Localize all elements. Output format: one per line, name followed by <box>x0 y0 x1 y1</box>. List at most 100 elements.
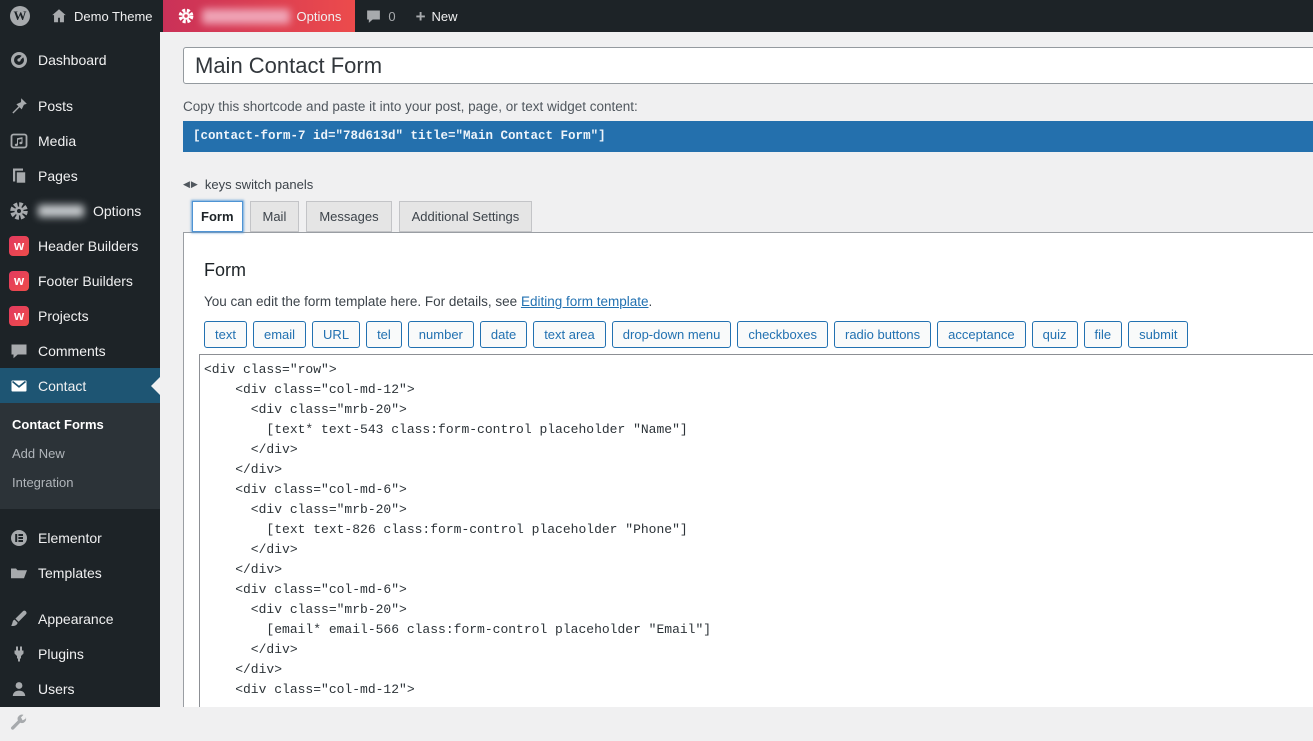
w-badge-icon: w <box>9 306 29 326</box>
sidebar-item-users[interactable]: Users <box>0 671 160 706</box>
tag-button-file[interactable]: file <box>1084 321 1123 348</box>
wordpress-logo-icon: W <box>10 6 30 26</box>
sidebar-item-label: Templates <box>38 565 102 581</box>
comment-icon <box>9 341 29 361</box>
sidebar-item-label: Options <box>93 203 141 219</box>
tag-button-tel[interactable]: tel <box>366 321 402 348</box>
comments-shortcut[interactable]: 0 <box>355 0 405 32</box>
sidebar-item-label: Comments <box>38 343 106 359</box>
left-right-arrows-icon: ◀▶ <box>183 179 199 190</box>
tag-button-date[interactable]: date <box>480 321 527 348</box>
tag-button-text[interactable]: text <box>204 321 247 348</box>
contact-submenu: Contact Forms Add New Integration <box>0 403 160 509</box>
theme-options-button[interactable]: Options <box>163 0 356 32</box>
sidebar-item-label: Plugins <box>38 646 84 662</box>
wordpress-logo-menu[interactable]: W <box>0 0 40 32</box>
sidebar-item-label: Posts <box>38 98 73 114</box>
tag-button-submit[interactable]: submit <box>1128 321 1188 348</box>
sidebar-separator <box>0 509 160 520</box>
tag-button-drop-down-menu[interactable]: drop-down menu <box>612 321 732 348</box>
sidebar-item-label: Projects <box>38 308 89 324</box>
sidebar-item-projects[interactable]: w Projects <box>0 298 160 333</box>
sidebar-item-tools[interactable]: Tools <box>0 706 160 741</box>
sidebar-item-media[interactable]: Media <box>0 123 160 158</box>
tab-mail[interactable]: Mail <box>250 201 300 232</box>
site-name-link[interactable]: Demo Theme <box>40 0 163 32</box>
sidebar-item-plugins[interactable]: Plugins <box>0 636 160 671</box>
sidebar-item-label: Media <box>38 133 76 149</box>
tab-messages[interactable]: Messages <box>306 201 391 232</box>
sidebar-item-header-builders[interactable]: w Header Builders <box>0 228 160 263</box>
sidebar-item-appearance[interactable]: Appearance <box>0 601 160 636</box>
new-content-menu[interactable]: + New <box>406 0 468 32</box>
panel-description: You can edit the form template here. For… <box>204 294 1300 309</box>
submenu-item-contact-forms[interactable]: Contact Forms <box>0 410 160 439</box>
shortcode-copy-hint: Copy this shortcode and paste it into yo… <box>183 99 1313 114</box>
keyboard-hint-label: keys switch panels <box>205 177 313 192</box>
home-icon <box>50 7 68 25</box>
gear-icon <box>177 7 195 25</box>
sidebar-item-posts[interactable]: Posts <box>0 88 160 123</box>
admin-sidebar: Dashboard Posts Media Pages Options w He… <box>0 32 160 707</box>
sidebar-item-label: Tools <box>38 716 71 732</box>
tag-button-acceptance[interactable]: acceptance <box>937 321 1026 348</box>
editor-tabs: Form Mail Messages Additional Settings <box>183 201 1313 232</box>
pages-icon <box>9 166 29 186</box>
sidebar-item-theme-options[interactable]: Options <box>0 193 160 228</box>
panel-description-text: You can edit the form template here. For… <box>204 294 521 309</box>
panel-heading: Form <box>204 260 1300 281</box>
sidebar-item-contact[interactable]: Contact <box>0 368 160 403</box>
sidebar-item-label: Dashboard <box>38 52 107 68</box>
sidebar-item-label: Appearance <box>38 611 114 627</box>
sidebar-separator <box>0 590 160 601</box>
editing-form-template-link[interactable]: Editing form template <box>521 294 649 309</box>
gear-icon <box>9 201 29 221</box>
brush-icon <box>9 609 29 629</box>
form-template-textarea[interactable]: <div class="row"> <div class="col-md-12"… <box>199 354 1313 707</box>
w-badge-icon: w <box>9 236 29 256</box>
sidebar-item-label: Footer Builders <box>38 273 133 289</box>
tab-additional-settings[interactable]: Additional Settings <box>399 201 533 232</box>
plug-icon <box>9 644 29 664</box>
sidebar-item-label: Pages <box>38 168 78 184</box>
tag-button-quiz[interactable]: quiz <box>1032 321 1078 348</box>
tag-button-radio-buttons[interactable]: radio buttons <box>834 321 931 348</box>
user-icon <box>9 679 29 699</box>
sidebar-item-pages[interactable]: Pages <box>0 158 160 193</box>
site-name-label: Demo Theme <box>74 9 153 24</box>
envelope-icon <box>9 376 29 396</box>
tag-button-checkboxes[interactable]: checkboxes <box>737 321 828 348</box>
sidebar-item-comments[interactable]: Comments <box>0 333 160 368</box>
active-item-arrow <box>151 377 160 395</box>
form-title-input[interactable] <box>183 47 1313 84</box>
sidebar-item-dashboard[interactable]: Dashboard <box>0 42 160 77</box>
new-label: New <box>432 9 458 24</box>
submenu-item-add-new[interactable]: Add New <box>0 439 160 468</box>
shortcode-box[interactable]: [contact-form-7 id="78d613d" title="Main… <box>183 121 1313 152</box>
submenu-item-integration[interactable]: Integration <box>0 468 160 497</box>
sidebar-item-footer-builders[interactable]: w Footer Builders <box>0 263 160 298</box>
tag-button-email[interactable]: email <box>253 321 306 348</box>
tag-button-number[interactable]: number <box>408 321 474 348</box>
tab-form[interactable]: Form <box>192 201 243 232</box>
comment-bubble-icon <box>365 8 382 25</box>
plus-icon: + <box>416 8 426 25</box>
options-button-label: Options <box>297 9 342 24</box>
sidebar-item-label: Header Builders <box>38 238 138 254</box>
dashboard-icon <box>9 50 29 70</box>
sidebar-item-templates[interactable]: Templates <box>0 555 160 590</box>
sidebar-item-label: Users <box>38 681 75 697</box>
sidebar-item-label: Contact <box>38 378 86 394</box>
w-badge-icon: w <box>9 271 29 291</box>
tag-button-text-area[interactable]: text area <box>533 321 606 348</box>
pushpin-icon <box>9 96 29 116</box>
sidebar-item-elementor[interactable]: Elementor <box>0 520 160 555</box>
main-content: Copy this shortcode and paste it into yo… <box>160 32 1313 707</box>
tag-generator-buttons: text email URL tel number date text area… <box>204 321 1300 348</box>
folder-icon <box>9 563 29 583</box>
panel-description-period: . <box>649 294 653 309</box>
comments-count: 0 <box>388 9 395 24</box>
sidebar-separator <box>0 77 160 88</box>
redacted-theme-name <box>202 9 290 24</box>
tag-button-url[interactable]: URL <box>312 321 360 348</box>
